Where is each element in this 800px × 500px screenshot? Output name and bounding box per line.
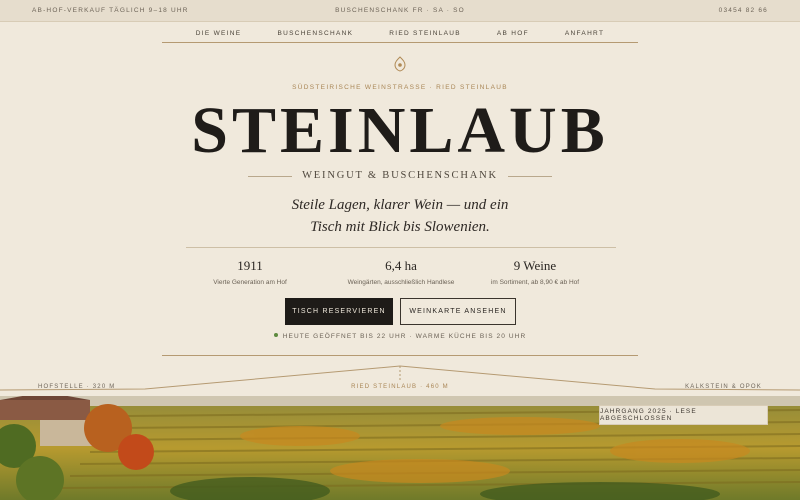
nav-item-buschenschank[interactable]: Buschenschank — [259, 22, 371, 42]
elevation-profile: Hofstelle · 320 m Ried Steinlaub · 460 m… — [0, 364, 800, 398]
elevation-profile-line — [0, 365, 800, 391]
hero-eyebrow: Südsteirische Weinstrasse · Ried Steinla… — [292, 84, 508, 91]
stat-label: Weingärten, ausschließlich Handlese — [347, 279, 455, 286]
harvest-status-badge: Jahrgang 2025 · Lese abgeschlossen — [599, 405, 768, 425]
nav-item-ried-steinlaub[interactable]: Ried Steinlaub — [371, 22, 479, 42]
stat-value: 6,4 ha — [385, 258, 417, 273]
stat-value: 1911 — [237, 258, 263, 273]
hero-bottom-rule — [162, 355, 638, 356]
page-subtitle: Weingut & Buschenschank — [302, 170, 498, 181]
grape-leaf-icon — [394, 56, 406, 72]
stat-label: im Sortiment, ab 8,90 € ab Hof — [490, 279, 580, 286]
wine-list-button[interactable]: Weinkarte ansehen — [400, 298, 516, 325]
profile-label-ried: Ried Steinlaub · 460 m — [351, 384, 449, 390]
stat-area: 6,4 ha Weingärten, ausschließlich Handle… — [329, 258, 473, 286]
nav-item-weine[interactable]: Die Weine — [178, 22, 260, 42]
opening-status-text: Heute geöffnet bis 22 Uhr · Warme Küche … — [282, 333, 527, 340]
stats-row: 1911 Vierte Generation am Hof 6,4 ha Wei… — [186, 258, 616, 292]
tagline-line-1: Steile Lagen, klarer Wein — und ein — [291, 197, 509, 213]
stat-founded: 1911 Vierte Generation am Hof — [178, 258, 322, 286]
main-nav: Die Weine Buschenschank Ried Steinlaub A… — [162, 22, 638, 43]
phone-number[interactable]: 03454 82 66 — [719, 7, 768, 14]
nav-item-anfahrt[interactable]: Anfahrt — [547, 22, 622, 42]
stats-divider — [186, 247, 616, 248]
stat-value: 9 Weine — [513, 258, 557, 273]
stat-wines: 9 Weine im Sortiment, ab 8,90 € ab Hof — [463, 258, 607, 286]
tagline-line-2: Tisch mit Blick bis Slowenien. — [310, 219, 490, 235]
buschenschank-days: Buschenschank Fr · Sa · So — [335, 7, 465, 14]
subtitle-rule-right — [508, 176, 552, 177]
top-info-bar: Ab-Hof-Verkauf täglich 9–18 Uhr Buschens… — [0, 0, 800, 22]
reserve-table-button[interactable]: Tisch reservieren — [285, 298, 393, 325]
nav-item-ab-hof[interactable]: Ab Hof — [479, 22, 547, 42]
open-status-dot-icon — [273, 333, 278, 337]
opening-status: Heute geöffnet bis 22 Uhr · Warme Küche … — [0, 333, 800, 340]
stat-label: Vierte Generation am Hof — [213, 279, 287, 286]
profile-label-soil: Kalkstein & Opok — [685, 384, 762, 390]
page-title: STEINLAUB — [191, 94, 609, 167]
tagline: Steile Lagen, klarer Wein — und ein Tisc… — [0, 194, 800, 238]
subtitle-row: Weingut & Buschenschank — [0, 170, 800, 184]
